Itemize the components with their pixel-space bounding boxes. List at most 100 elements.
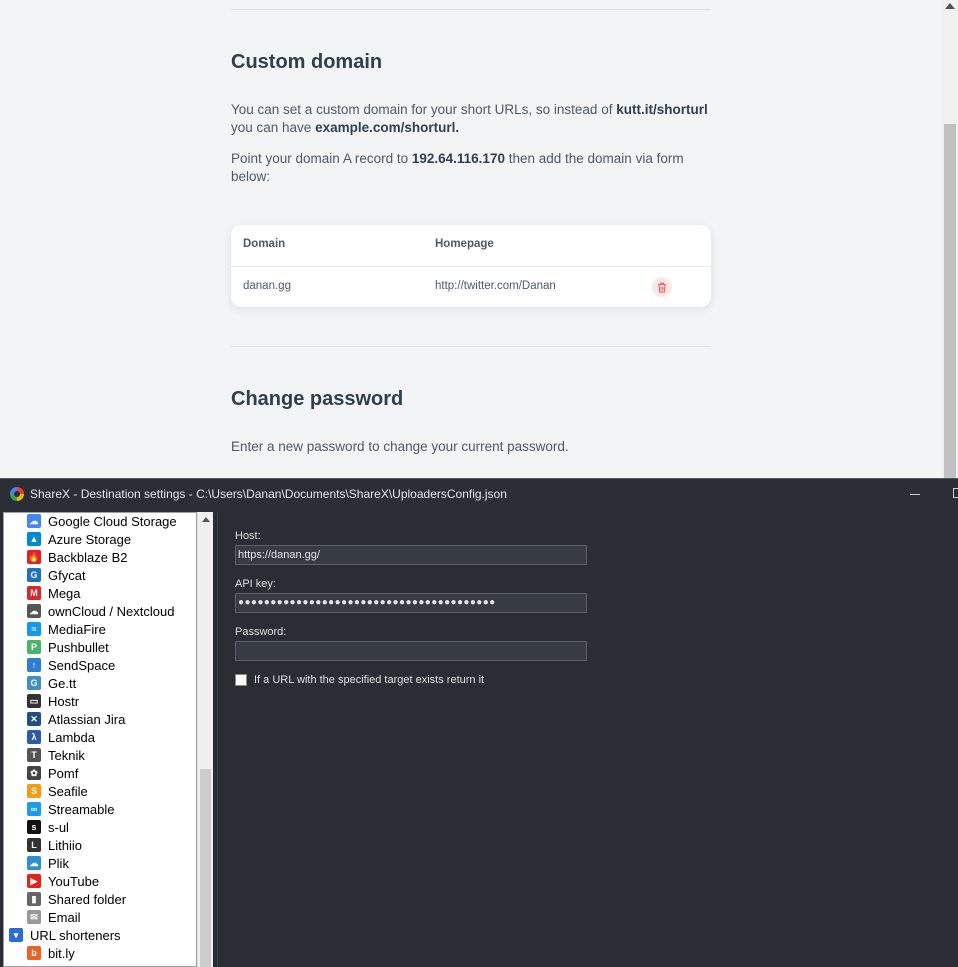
tree-item-pomf[interactable]: ✿ Pomf bbox=[27, 764, 78, 782]
custom-domain-intro: You can set a custom domain for your sho… bbox=[231, 101, 711, 137]
tree-item-label: Ge.tt bbox=[48, 675, 77, 691]
tree-item-plik[interactable]: ☁ Plik bbox=[27, 854, 69, 872]
tree-item-label: Shared folder bbox=[48, 891, 127, 907]
scroll-up-arrow-icon[interactable] bbox=[945, 3, 955, 9]
domains-table: Domain Homepage danan.gg http://twitter.… bbox=[231, 225, 711, 307]
tree-item-backblaze[interactable]: 🔥 Backblaze B2 bbox=[27, 548, 128, 566]
tree-item-mediafire[interactable]: ≈ MediaFire bbox=[27, 620, 106, 638]
tree-item-label: Google Cloud Storage bbox=[48, 513, 177, 529]
password-input[interactable] bbox=[235, 641, 587, 661]
tree-scrollbar-thumb[interactable] bbox=[200, 769, 211, 967]
teknik-icon: T bbox=[27, 748, 41, 762]
tree-item-label: Atlassian Jira bbox=[48, 711, 126, 727]
tree-item-sul[interactable]: s s-ul bbox=[27, 818, 69, 836]
tree-item-lambda[interactable]: λ Lambda bbox=[27, 728, 95, 746]
tree-item-bitly[interactable]: b bit.ly bbox=[27, 944, 75, 962]
tree-item-jira[interactable]: ✕ Atlassian Jira bbox=[27, 710, 125, 728]
browser-page: Custom domain You can set a custom domai… bbox=[0, 0, 958, 478]
tree-item-shared-folder[interactable]: ▮ Shared folder bbox=[27, 890, 126, 908]
minimize-button[interactable] bbox=[910, 494, 920, 495]
tree-item-youtube[interactable]: ▶ YouTube bbox=[27, 872, 99, 890]
tree-item-label: Plik bbox=[48, 855, 69, 871]
intro-example-custom: example.com/shorturl. bbox=[315, 120, 460, 135]
window-title: ShareX - Destination settings - C:\Users… bbox=[30, 487, 507, 501]
page-scrollbar[interactable] bbox=[942, 0, 958, 478]
owncloud-icon: ☁ bbox=[27, 604, 41, 618]
mega-icon: M bbox=[27, 586, 41, 600]
return-existing-url-checkbox[interactable] bbox=[235, 674, 247, 686]
lambda-icon: λ bbox=[27, 730, 41, 744]
bitly-icon: b bbox=[27, 946, 41, 960]
password-label: Password: bbox=[235, 626, 287, 638]
tree-item-label: bit.ly bbox=[48, 945, 75, 961]
streamable-icon: ∞ bbox=[27, 802, 41, 816]
domains-table-header: Domain Homepage bbox=[231, 225, 711, 267]
email-icon: ✉ bbox=[27, 910, 41, 924]
host-input[interactable]: https://danan.gg/ bbox=[235, 545, 587, 565]
tree-item-hostr[interactable]: ▭ Hostr bbox=[27, 692, 79, 710]
tree-item-azure[interactable]: ▲ Azure Storage bbox=[27, 530, 131, 548]
tree-item-label: MediaFire bbox=[48, 621, 106, 637]
tree-item-label: Pomf bbox=[48, 765, 79, 781]
tree-item-label: Streamable bbox=[48, 801, 115, 817]
tree-item-label: Mega bbox=[48, 585, 81, 601]
tree-item-owncloud[interactable]: ☁ ownCloud / Nextcloud bbox=[27, 602, 174, 620]
pomf-icon: ✿ bbox=[27, 766, 41, 780]
tree-item-label: Lambda bbox=[48, 729, 95, 745]
sharex-logo-icon bbox=[10, 487, 24, 501]
return-existing-url-label: If a URL with the specified target exist… bbox=[254, 674, 485, 686]
tree-item-mega[interactable]: M Mega bbox=[27, 584, 81, 602]
azure-icon: ▲ bbox=[27, 532, 41, 546]
tree-item-label: Azure Storage bbox=[48, 531, 132, 547]
delete-domain-button[interactable] bbox=[652, 277, 672, 297]
tree-item-pushbullet[interactable]: P Pushbullet bbox=[27, 638, 109, 656]
tree-item-label: Backblaze B2 bbox=[48, 549, 128, 565]
tree-item-url-shorteners[interactable]: ▾ URL shorteners bbox=[9, 926, 121, 944]
intro-text-1: You can set a custom domain for your sho… bbox=[231, 102, 617, 117]
jira-icon: ✕ bbox=[27, 712, 41, 726]
maximize-button[interactable] bbox=[953, 488, 958, 498]
page-scrollbar-thumb[interactable] bbox=[944, 124, 956, 478]
lithiio-icon: L bbox=[27, 838, 41, 852]
settings-panel: Host: https://danan.gg/ API key: ●●●●●●●… bbox=[217, 512, 958, 967]
url-shorteners-icon: ▾ bbox=[9, 928, 23, 942]
google-cloud-icon: ☁ bbox=[27, 514, 41, 528]
mediafire-icon: ≈ bbox=[27, 622, 41, 636]
pushbullet-icon: P bbox=[27, 640, 41, 654]
row-homepage: http://twitter.com/Danan bbox=[435, 280, 556, 292]
intro-example-kutt: kutt.it/shorturl bbox=[616, 102, 708, 117]
tree-item-label: Pushbullet bbox=[48, 639, 109, 655]
custom-domain-instructions: Point your domain A record to 192.64.116… bbox=[231, 150, 711, 186]
sharex-window: ShareX - Destination settings - C:\Users… bbox=[0, 478, 958, 967]
tree-item-seafile[interactable]: S Seafile bbox=[27, 782, 88, 800]
tree-item-teknik[interactable]: T Teknik bbox=[27, 746, 85, 764]
tree-scroll-up-arrow-icon[interactable] bbox=[202, 517, 210, 522]
tree-scrollbar[interactable] bbox=[197, 512, 213, 967]
sharex-titlebar[interactable]: ShareX - Destination settings - C:\Users… bbox=[0, 478, 958, 509]
tree-item-gfycat[interactable]: G Gfycat bbox=[27, 566, 86, 584]
tree-item-sendspace[interactable]: ↑ SendSpace bbox=[27, 656, 115, 674]
section-divider-middle bbox=[231, 346, 711, 347]
server-ip: 192.64.116.170 bbox=[411, 151, 505, 166]
tree-item-email[interactable]: ✉ Email bbox=[27, 908, 81, 926]
point-text-1: Point your domain A record to bbox=[231, 151, 412, 166]
tree-item-label: SendSpace bbox=[48, 657, 116, 673]
tree-item-gett[interactable]: G Ge.tt bbox=[27, 674, 76, 692]
gfycat-icon: G bbox=[27, 568, 41, 582]
tree-item-streamable[interactable]: ∞ Streamable bbox=[27, 800, 114, 818]
destinations-tree[interactable]: ☁ Google Cloud Storage ▲ Azure Storage 🔥 Back… bbox=[3, 512, 197, 967]
api-key-label: API key: bbox=[235, 578, 276, 590]
tree-item-label: Email bbox=[48, 909, 81, 925]
row-domain: danan.gg bbox=[243, 280, 291, 292]
hostr-icon: ▭ bbox=[27, 694, 41, 708]
tree-item-label: Gfycat bbox=[48, 567, 86, 583]
host-label: Host: bbox=[235, 530, 261, 542]
tree-item-label: Lithiio bbox=[48, 837, 82, 853]
intro-text-2: you can have bbox=[231, 120, 316, 135]
tree-item-lithiio[interactable]: L Lithiio bbox=[27, 836, 82, 854]
gett-icon: G bbox=[27, 676, 41, 690]
api-key-input[interactable]: ●●●●●●●●●●●●●●●●●●●●●●●●●●●●●●●●●●●●●●●● bbox=[235, 593, 587, 613]
tree-item-google-cloud[interactable]: ☁ Google Cloud Storage bbox=[27, 513, 177, 530]
tree-item-label: Teknik bbox=[48, 747, 85, 763]
tree-item-label: YouTube bbox=[48, 873, 100, 889]
